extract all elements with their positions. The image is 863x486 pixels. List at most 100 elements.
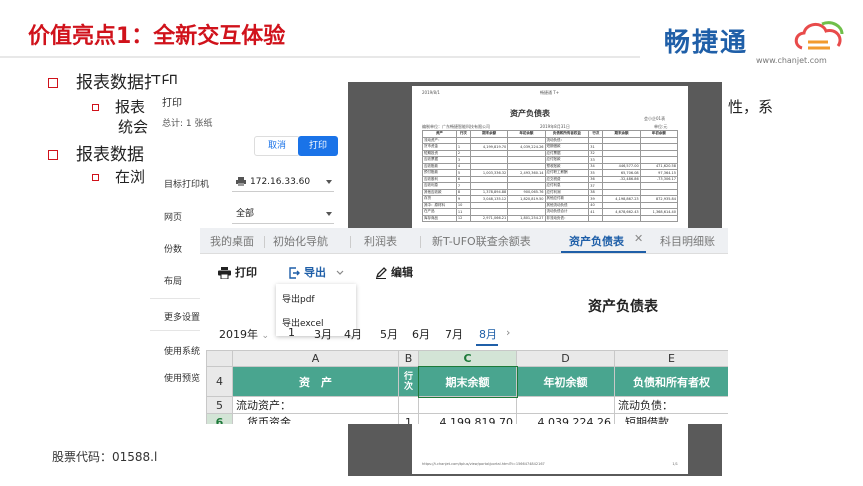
tab-ledger[interactable]: 科目明细账	[660, 233, 715, 249]
tab-balance-sheet[interactable]: 资产负债表	[569, 233, 624, 249]
sub-bullet-1-line2: 统会	[118, 118, 149, 136]
printer-select[interactable]: 172.16.33.60	[232, 172, 334, 192]
export-button[interactable]: 导出	[288, 264, 344, 280]
pages-label: 网页	[164, 213, 183, 223]
month-partial-1[interactable]: 1	[288, 326, 295, 339]
tab-profit[interactable]: 利润表	[364, 233, 397, 249]
copies-label: 份数	[164, 245, 183, 255]
grid-cell-selected[interactable]: 期末余额	[417, 365, 518, 398]
preview-row: 库存商品 12 2,971,066.21 1,801,254.27 非流动负债：	[422, 214, 679, 222]
preview-title: 资产负债表	[510, 109, 550, 118]
table-row: 4 资 产 行次 期末余额 年初余额 负债和所有者权	[206, 365, 728, 398]
preview-page-number: 1/1	[672, 462, 678, 466]
preview-cell	[639, 214, 679, 222]
row-header[interactable]: 5	[206, 396, 233, 414]
column-header[interactable]: B	[398, 350, 419, 367]
preview-cell: 2,971,066.21	[469, 214, 509, 222]
chevron-down-icon: ⌄	[261, 331, 270, 341]
edit-button[interactable]: 编辑	[375, 264, 413, 280]
export-pdf-item[interactable]: 导出pdf	[282, 292, 315, 305]
month-3[interactable]: 3月	[314, 326, 332, 342]
grid-cell[interactable]: 1	[398, 413, 419, 424]
printer-label: 目标打印机	[164, 180, 210, 190]
grid-cell[interactable]: 负债和所有者权	[614, 366, 728, 397]
column-header-selected[interactable]: C	[418, 350, 517, 367]
report-title: 资产负债表	[588, 299, 658, 315]
sub-bullet-icon	[92, 104, 99, 111]
grid-cell[interactable]: 行次	[398, 366, 419, 397]
print-dialog-title: 打印	[162, 98, 182, 109]
divider	[420, 236, 421, 248]
use-preview-link[interactable]: 使用预览	[164, 371, 200, 384]
stock-code: 股票代码：01588.l	[52, 450, 158, 464]
bullet-square-icon	[48, 150, 58, 160]
grid-cell[interactable]: 流动负债：	[614, 396, 728, 414]
grid-cell[interactable]: 短期借款	[614, 413, 728, 424]
print-confirm-button[interactable]: 打印	[298, 136, 338, 156]
close-icon[interactable]: ✕	[634, 232, 643, 245]
grid-cell[interactable]	[516, 396, 615, 414]
export-icon	[289, 267, 300, 279]
pencil-icon	[375, 267, 387, 279]
tab-desktop[interactable]: 我的桌面	[210, 233, 254, 249]
report-window: 我的桌面 初始化导航 利润表 新T-UFO联查余额表 资产负债表 ✕ 科目明细账…	[200, 228, 728, 424]
grid-cell[interactable]	[398, 396, 419, 414]
grid-cell[interactable]: 货币资金	[232, 413, 399, 424]
month-6[interactable]: 6月	[412, 326, 430, 342]
tab-bar: 我的桌面 初始化导航 利润表 新T-UFO联查余额表 资产负债表 ✕ 科目明细账	[200, 228, 728, 254]
corner-cell[interactable]	[206, 350, 233, 367]
month-8[interactable]: 8月	[479, 326, 497, 342]
preview-header-date: 2019/8/1	[422, 90, 440, 95]
row-header[interactable]: 6	[206, 413, 233, 424]
cloud-logo-icon	[794, 21, 844, 50]
month-5[interactable]: 5月	[380, 326, 398, 342]
sub-bullet-1-tail: 性，系	[728, 98, 774, 116]
printer-icon	[236, 177, 246, 186]
grid-cell[interactable]: 资 产	[232, 366, 399, 397]
pages-select[interactable]: 全部	[232, 204, 334, 224]
title-divider	[0, 56, 640, 58]
use-system-dialog-link[interactable]: 使用系统	[164, 344, 200, 357]
preview-cell: 12	[455, 214, 472, 222]
sub-bullet-1: 报表	[92, 96, 145, 117]
grid-cell[interactable]: 4,039,224.26	[516, 413, 615, 424]
year-select[interactable]: 2019年 ⌄	[219, 326, 269, 342]
more-settings-link[interactable]: 更多设置	[164, 310, 200, 323]
logo-url: www.chanjet.com	[756, 56, 827, 65]
print-cancel-button[interactable]: 取消	[254, 136, 300, 156]
chevron-down-icon	[326, 180, 332, 184]
grid-cell[interactable]: 年初余额	[516, 366, 615, 397]
column-header[interactable]: E	[614, 350, 728, 367]
preview-header-app: 畅捷通 T+	[540, 90, 560, 95]
tab-ufo[interactable]: 新T-UFO联查余额表	[432, 233, 531, 249]
bullet-square-icon	[48, 78, 58, 88]
column-header[interactable]: D	[516, 350, 615, 367]
print-button[interactable]: 打印	[218, 264, 257, 280]
preview-table: 资产 行次 期末余额 年初余额 负债和所有者权益 行次 期末余额 年初余额 流动资产： 流动负债：…	[422, 130, 679, 222]
divider	[350, 236, 351, 248]
grid-cell[interactable]: 流动资产：	[232, 396, 399, 414]
active-tab-indicator	[561, 251, 646, 253]
printer-icon	[218, 267, 231, 279]
grid-cell[interactable]: 4,199,819.70	[418, 413, 517, 424]
preview-cell: 1,801,254.27	[507, 214, 546, 222]
layout-label: 布局	[164, 277, 183, 287]
preview-cell: 库存商品	[422, 214, 457, 222]
row-header[interactable]: 4	[206, 366, 233, 397]
sub-bullet-icon	[92, 174, 99, 181]
report-grid: A B C D E 4 资 产 行次 期末余额 年初余额 负债和所有者权 5 流…	[206, 350, 728, 424]
preview-footer-url: https://t.chanjet.com/tplus/view/portal/…	[422, 462, 545, 466]
column-header[interactable]: A	[232, 350, 399, 367]
tab-init-nav[interactable]: 初始化导航	[273, 233, 328, 249]
logo-text: 畅捷通	[664, 28, 749, 58]
table-row: 5 流动资产： 流动负债：	[206, 396, 728, 414]
preview-cell	[602, 214, 641, 222]
month-4[interactable]: 4月	[344, 326, 362, 342]
divider	[264, 236, 265, 248]
preview-form-code: 会小企01表	[644, 116, 666, 121]
table-row: 6 货币资金 1 4,199,819.70 4,039,224.26 短期借款	[206, 413, 728, 424]
preview-cell	[588, 214, 604, 222]
month-7[interactable]: 7月	[445, 326, 463, 342]
grid-cell[interactable]	[418, 396, 517, 414]
chevron-right-icon[interactable]: ›	[506, 326, 510, 339]
